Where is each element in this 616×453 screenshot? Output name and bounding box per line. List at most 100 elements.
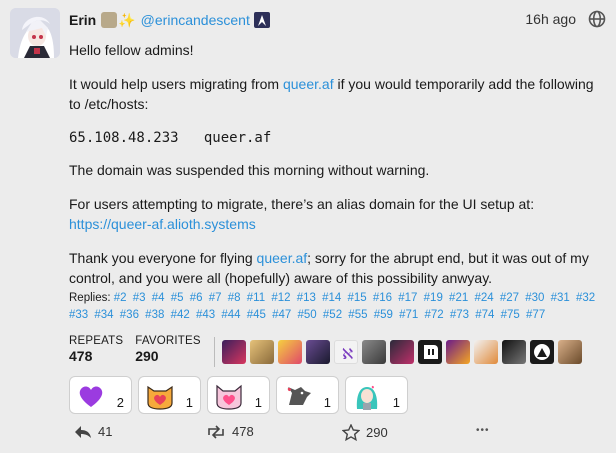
user-avatar[interactable] (250, 340, 274, 364)
user-avatar[interactable] (390, 340, 414, 364)
reply-link[interactable]: #21 (449, 292, 468, 304)
reaction-count: 1 (392, 395, 400, 410)
reaction-cat-heart[interactable]: 1 (138, 376, 201, 414)
favorites-stat[interactable]: FAVORITES 290 (135, 335, 201, 364)
post-timestamp[interactable]: 16h ago (525, 11, 576, 27)
reply-link[interactable]: #75 (501, 309, 520, 321)
user-avatar[interactable] (278, 340, 302, 364)
reply-link[interactable]: #16 (373, 292, 392, 304)
post-avatar[interactable] (10, 8, 60, 58)
user-avatar[interactable] (418, 340, 442, 364)
user-avatar[interactable] (362, 340, 386, 364)
reactions-bar: 2 1 1 1 1 (69, 376, 408, 414)
reply-link[interactable]: #32 (576, 292, 595, 304)
dragon-heart-icon (287, 387, 311, 405)
reply-link[interactable]: #47 (272, 309, 291, 321)
user-avatar[interactable] (502, 340, 526, 364)
post-content: Hello fellow admins! It would help users… (69, 40, 599, 302)
globe-icon[interactable] (588, 10, 606, 28)
reply-link[interactable]: #55 (348, 309, 367, 321)
reply-link[interactable]: #72 (424, 309, 443, 321)
reply-link[interactable]: #8 (228, 292, 241, 304)
paragraph-greeting: Hello fellow admins! (69, 42, 194, 58)
reply-link[interactable]: #3 (133, 292, 146, 304)
repeat-button[interactable]: 478 (206, 424, 254, 439)
display-name[interactable]: Erin (69, 12, 96, 28)
reply-link[interactable]: #4 (152, 292, 165, 304)
repeat-count: 478 (232, 424, 254, 439)
reply-link[interactable]: #17 (398, 292, 417, 304)
paragraph-hosts: It would help users migrating from queer… (69, 74, 599, 114)
purple-heart-icon (79, 386, 103, 407)
reply-link[interactable]: #59 (374, 309, 393, 321)
reaction-purple-heart[interactable]: 2 (69, 376, 132, 414)
reaction-count: 1 (185, 395, 193, 410)
reply-link[interactable]: #34 (94, 309, 113, 321)
reply-link[interactable]: #31 (551, 292, 570, 304)
star-icon (342, 424, 360, 441)
reply-link[interactable]: #74 (475, 309, 494, 321)
reply-link[interactable]: #19 (424, 292, 443, 304)
post-header: Erin ✨ @erincandescent 16h ago (69, 10, 606, 30)
reply-button[interactable]: 41 (74, 424, 112, 439)
reaction-count: 1 (254, 395, 262, 410)
reply-link[interactable]: #43 (196, 309, 215, 321)
reply-icon (75, 425, 91, 438)
reply-link[interactable]: #6 (190, 292, 203, 304)
reply-link[interactable]: #13 (297, 292, 316, 304)
paragraph-alias: For users attempting to migrate, there’s… (69, 194, 599, 234)
alias-domain-link[interactable]: https://queer-af.alioth.systems (69, 216, 256, 232)
user-avatar[interactable] (474, 340, 498, 364)
repeat-icon (208, 424, 224, 439)
reply-count: 41 (98, 424, 113, 439)
user-avatar[interactable] (306, 340, 330, 364)
user-avatar[interactable]: ℵ (334, 340, 358, 364)
queer-af-link-2[interactable]: queer.af (257, 250, 308, 266)
user-avatar[interactable] (222, 340, 246, 364)
repeats-stat[interactable]: REPEATS 478 (69, 335, 123, 364)
reply-link[interactable]: #33 (69, 309, 88, 321)
user-avatar[interactable] (446, 340, 470, 364)
more-options-button[interactable]: ••• (476, 425, 490, 436)
reply-link[interactable]: #36 (120, 309, 139, 321)
reply-link[interactable]: #2 (114, 292, 127, 304)
reply-link[interactable]: #45 (247, 309, 266, 321)
queer-af-link[interactable]: queer.af (283, 76, 334, 92)
reply-link[interactable]: #15 (347, 292, 366, 304)
reply-link[interactable]: #27 (500, 292, 519, 304)
user-avatar[interactable] (530, 340, 554, 364)
favorite-count: 290 (366, 425, 388, 440)
paragraph-thanks: Thank you everyone for flying queer.af; … (69, 248, 599, 288)
more-icon: ••• (476, 425, 490, 436)
reaction-pink-cat-heart[interactable]: 1 (207, 376, 270, 414)
reaction-dragon-heart[interactable]: 1 (276, 376, 339, 414)
reply-link[interactable]: #42 (171, 309, 190, 321)
stats-divider (214, 337, 215, 367)
pink-cat-heart-icon (216, 384, 242, 410)
reply-link[interactable]: #50 (298, 309, 317, 321)
reply-link[interactable]: #5 (171, 292, 184, 304)
reply-link[interactable]: #38 (145, 309, 164, 321)
reply-link[interactable]: #77 (526, 309, 545, 321)
repeats-count: 478 (69, 348, 93, 364)
user-handle[interactable]: @erincandescent (141, 12, 250, 28)
reply-link[interactable]: #73 (450, 309, 469, 321)
reply-link[interactable]: #7 (209, 292, 222, 304)
post-actions: 41 478 290 ••• (72, 424, 502, 444)
reply-link[interactable]: #71 (399, 309, 418, 321)
text: Thank you everyone for flying (69, 250, 257, 266)
user-avatar[interactable] (558, 340, 582, 364)
favorites-count: 290 (135, 348, 159, 364)
reply-link[interactable]: #30 (525, 292, 544, 304)
reply-link[interactable]: #14 (322, 292, 341, 304)
reply-link[interactable]: #24 (474, 292, 493, 304)
reply-link[interactable]: #44 (221, 309, 240, 321)
reaction-miku-heart[interactable]: 1 (345, 376, 408, 414)
reply-link[interactable]: #12 (271, 292, 290, 304)
favorite-button[interactable]: 290 (342, 424, 388, 441)
text: It would help users migrating from (69, 76, 283, 92)
reply-link[interactable]: #52 (323, 309, 342, 321)
replies-list: Replies: #2 #3 #4 #5 #6 #7 #8 #11 #12 #1… (69, 290, 599, 324)
reply-link[interactable]: #11 (247, 292, 265, 304)
reaction-count: 2 (116, 395, 124, 410)
